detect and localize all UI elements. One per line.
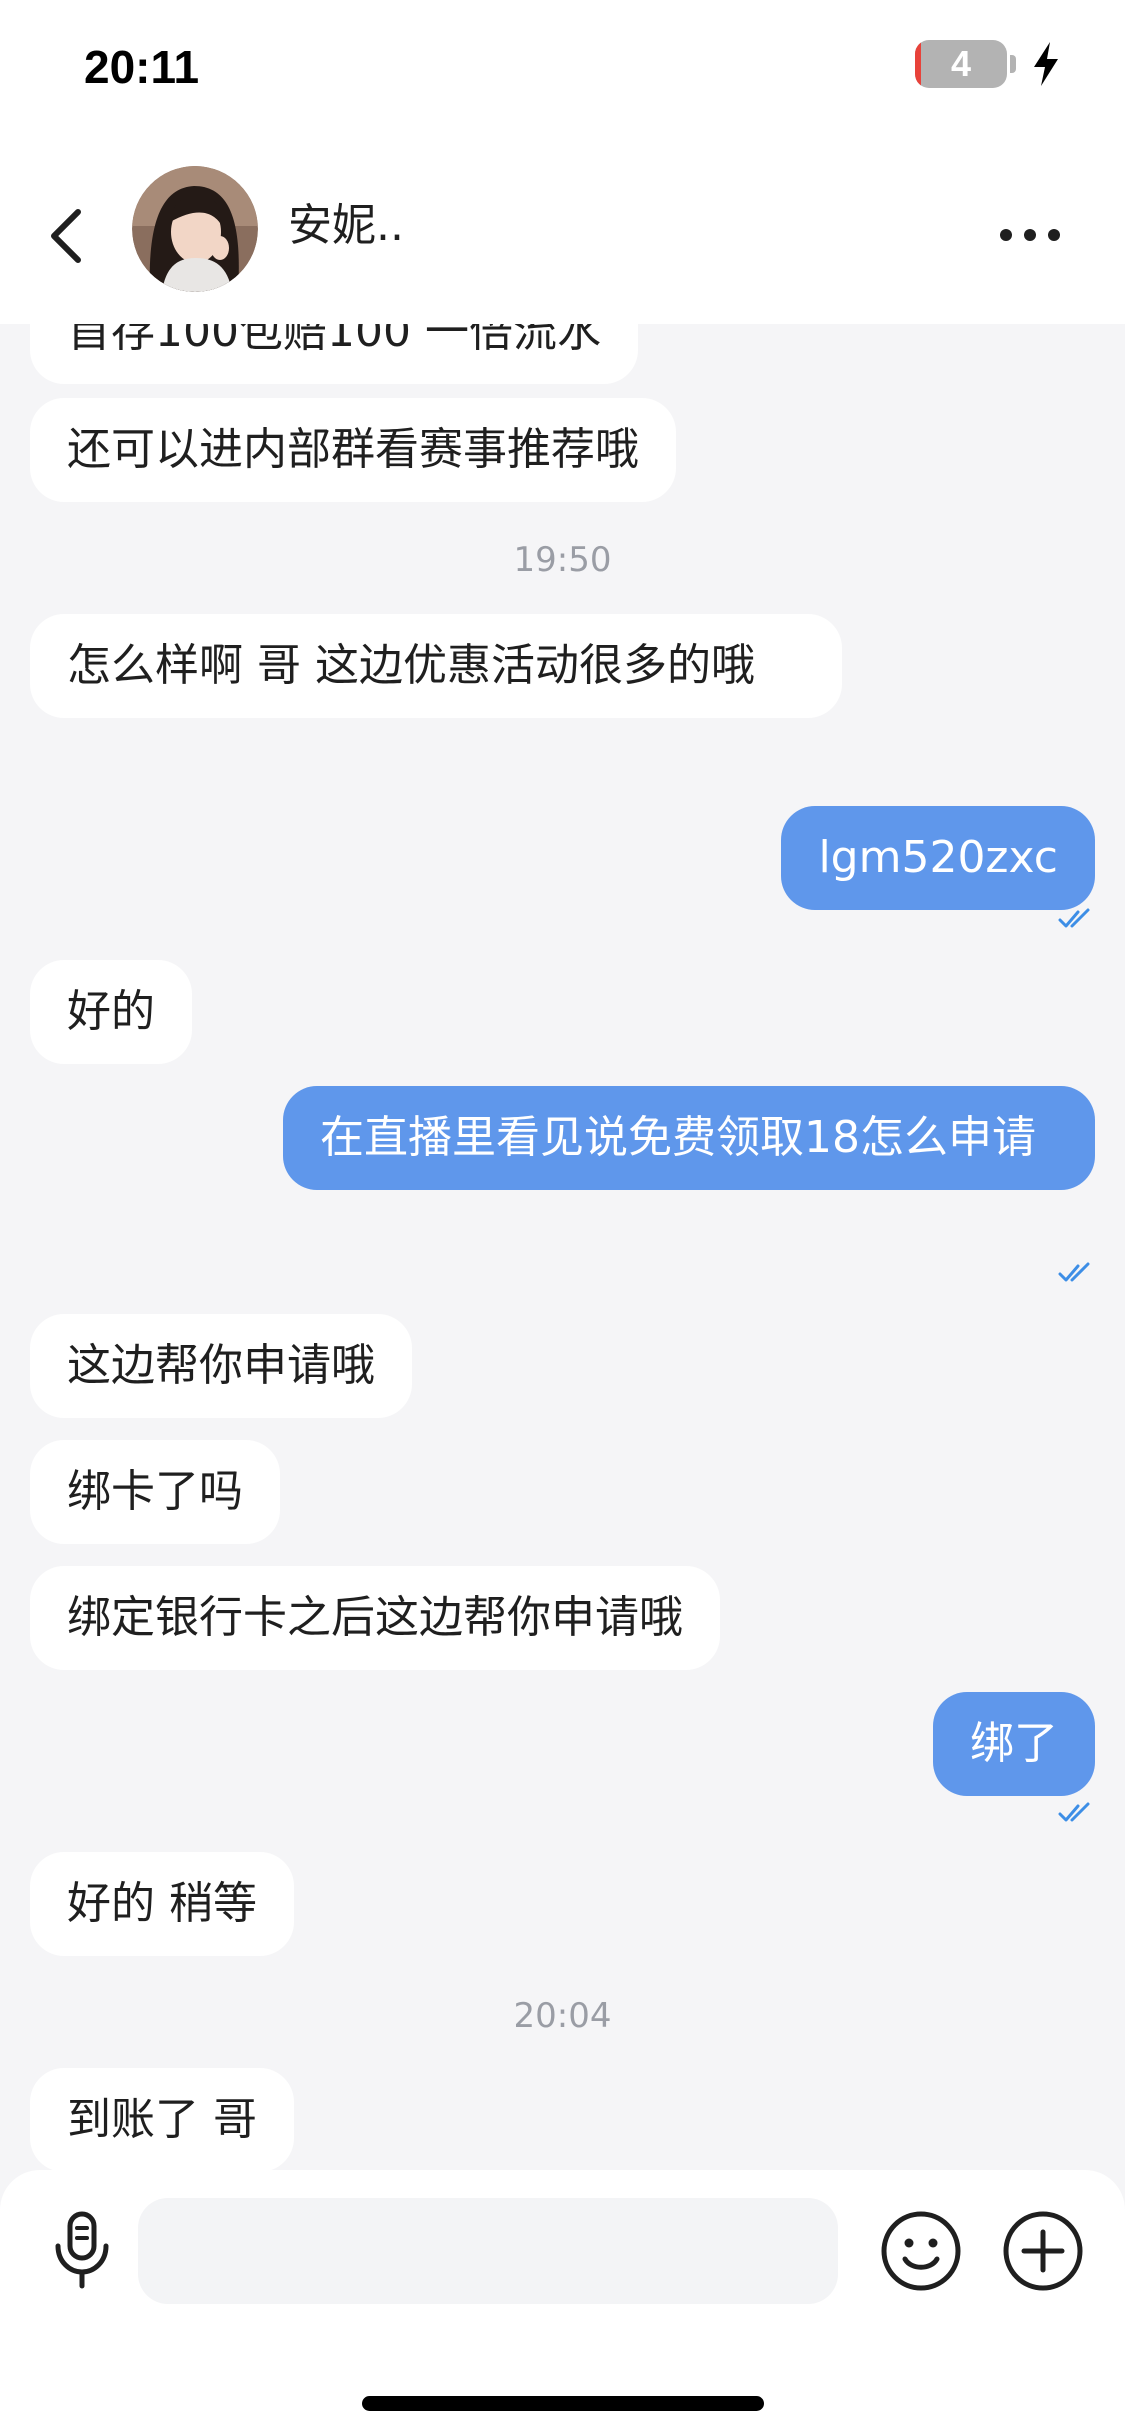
battery-level: 4 (950, 43, 972, 84)
time-divider: 20:04 (513, 1996, 612, 2036)
message-bubble-incoming[interactable]: 这边帮你申请哦 (30, 1314, 412, 1418)
avatar[interactable] (132, 166, 258, 292)
message-bubble-outgoing[interactable]: lgm520zxc (781, 806, 1095, 910)
message-bubble-incoming[interactable]: 绑卡了吗 (30, 1440, 280, 1544)
charging-icon (1034, 42, 1058, 86)
chat-header: 安妮.. (0, 140, 1125, 324)
message-list[interactable]: 首存100包赔100 一倍流水 还可以进内部群看赛事推荐哦 19:50 怎么样啊… (0, 324, 1125, 2170)
contact-name[interactable]: 安妮.. (288, 196, 404, 256)
status-bar: 20:11 4 (0, 0, 1125, 140)
smiley-icon[interactable] (878, 2208, 964, 2294)
read-receipt-icon (1058, 908, 1090, 928)
battery-icon: 4 (915, 40, 1007, 88)
time-divider: 19:50 (513, 540, 612, 580)
back-button[interactable] (40, 196, 100, 276)
message-bubble-incoming[interactable]: 到账了 哥 (30, 2068, 294, 2170)
message-bubble-incoming[interactable]: 好的 稍等 (30, 1852, 294, 1956)
message-bubble-incoming[interactable]: 还可以进内部群看赛事推荐哦 (30, 398, 676, 502)
message-bubble-incoming[interactable]: 怎么样啊 哥 这边优惠活动很多的哦 (30, 614, 842, 718)
more-options-icon[interactable] (995, 210, 1065, 260)
status-time: 20:11 (84, 41, 200, 93)
message-bubble-outgoing[interactable]: 在直播里看见说免费领取18怎么申请 (283, 1086, 1095, 1190)
message-bubble-incoming[interactable]: 首存100包赔100 一倍流水 (30, 324, 638, 384)
plus-circle-icon[interactable] (1000, 2208, 1086, 2294)
message-bubble-outgoing[interactable]: 绑了 (933, 1692, 1095, 1796)
message-bubble-incoming[interactable]: 绑定银行卡之后这边帮你申请哦 (30, 1566, 720, 1670)
message-bubble-incoming[interactable]: 好的 (30, 960, 192, 1064)
read-receipt-icon (1058, 1262, 1090, 1282)
microphone-icon[interactable] (50, 2210, 114, 2290)
read-receipt-icon (1058, 1802, 1090, 1822)
home-indicator[interactable] (362, 2396, 764, 2411)
battery-cap (1010, 55, 1016, 73)
message-input[interactable] (138, 2198, 838, 2304)
